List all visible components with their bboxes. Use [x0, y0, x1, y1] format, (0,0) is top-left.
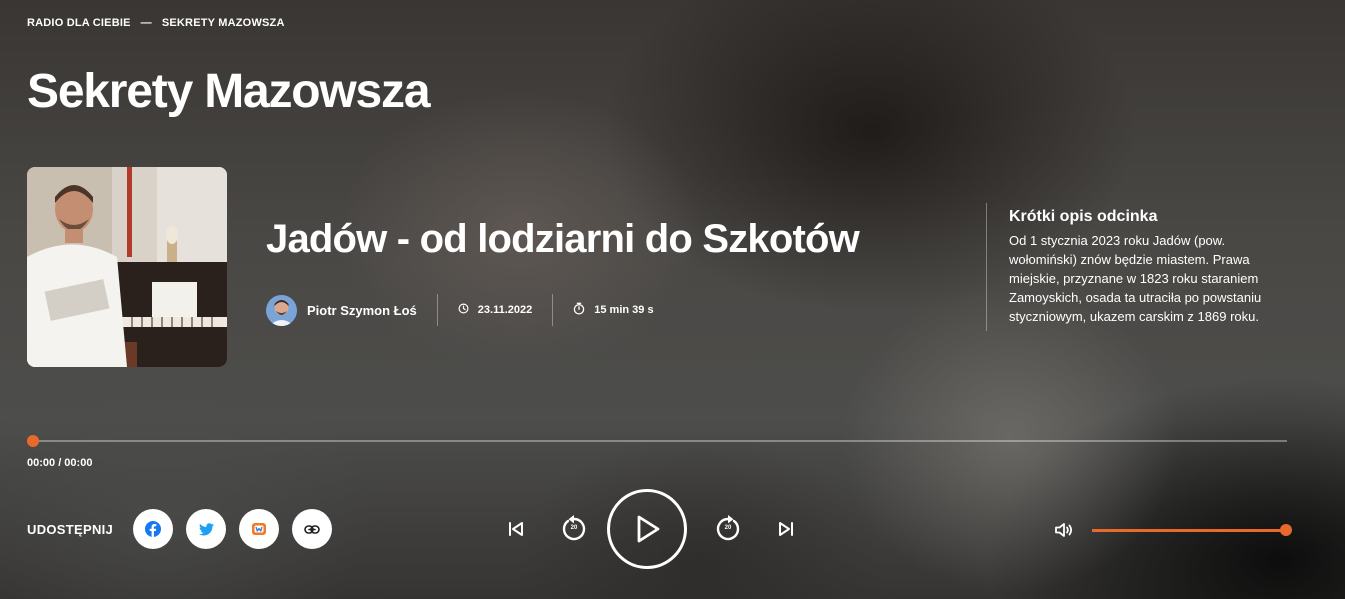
- meta-divider: [436, 294, 438, 326]
- episode-date: 23.11.2022: [458, 303, 532, 317]
- volume-handle[interactable]: [1280, 523, 1292, 536]
- page-title: Sekrety Mazowsza: [27, 65, 431, 118]
- podcast-player-page: RADIO DLA CIEBIE — SEKRETY MAZOWSZA Sekr…: [0, 0, 1345, 599]
- episode-cover-image: [27, 167, 227, 367]
- episode-duration: 15 min 39 s: [573, 302, 654, 318]
- facebook-icon: [145, 521, 162, 537]
- breadcrumb-item-sekrety-mazowsza[interactable]: SEKRETY MAZOWSZA: [162, 17, 285, 29]
- breadcrumb: RADIO DLA CIEBIE — SEKRETY MAZOWSZA: [27, 17, 285, 29]
- forward-button[interactable]: 20: [711, 512, 745, 546]
- next-button[interactable]: [770, 513, 802, 545]
- progress-handle[interactable]: [27, 435, 39, 447]
- author-link[interactable]: Piotr Szymon Łoś: [266, 294, 417, 326]
- volume-fill: [1092, 528, 1286, 532]
- stopwatch-icon: [573, 302, 585, 318]
- forward-seconds-label: 20: [724, 525, 732, 531]
- wykop-icon: [252, 523, 267, 535]
- share-facebook-button[interactable]: [133, 509, 174, 549]
- volume-slider[interactable]: [1092, 523, 1292, 536]
- rewind-seconds-label: 20: [570, 525, 578, 531]
- meta-divider: [552, 294, 554, 326]
- share-twitter-button[interactable]: [186, 509, 227, 549]
- play-button[interactable]: [607, 489, 687, 569]
- skip-next-icon: [779, 522, 793, 536]
- author-name: Piotr Szymon Łoś: [307, 302, 417, 318]
- playback-controls: 20 20: [500, 489, 802, 569]
- rewind-button[interactable]: 20: [557, 512, 591, 546]
- mute-button[interactable]: [1053, 519, 1075, 541]
- progress-bar[interactable]: [31, 440, 1287, 442]
- skip-previous-icon: [509, 522, 523, 536]
- share-label: UDOSTĘPNIJ: [27, 521, 114, 537]
- episode-description: Krótki opis odcinka Od 1 stycznia 2023 r…: [986, 203, 1286, 331]
- copy-link-button[interactable]: [292, 509, 333, 549]
- episode-duration-text: 15 min 39 s: [594, 304, 654, 316]
- twitter-icon: [198, 522, 214, 535]
- volume-control: [1053, 519, 1292, 541]
- episode-meta: Piotr Szymon Łoś 23.11.2022 15 min 39 s: [266, 294, 654, 326]
- play-icon: [637, 515, 660, 543]
- time-display: 00:00 / 00:00: [27, 457, 93, 469]
- share-wykop-button[interactable]: [239, 509, 280, 549]
- breadcrumb-item-radio-dla-ciebie[interactable]: RADIO DLA CIEBIE: [27, 17, 131, 29]
- episode-title: Jadów - od lodziarni do Szkotów: [266, 217, 860, 261]
- breadcrumb-separator: —: [140, 17, 152, 29]
- previous-button[interactable]: [500, 513, 532, 545]
- author-avatar: [266, 294, 297, 326]
- description-text: Od 1 stycznia 2023 roku Jadów (pow. woło…: [1009, 233, 1262, 324]
- share-section: UDOSTĘPNIJ: [27, 509, 345, 549]
- link-icon: [304, 524, 320, 534]
- episode-date-text: 23.11.2022: [477, 304, 533, 316]
- volume-icon: [1055, 523, 1073, 537]
- clock-icon: [458, 303, 469, 317]
- description-heading: Krótki opis odcinka: [1009, 208, 1158, 225]
